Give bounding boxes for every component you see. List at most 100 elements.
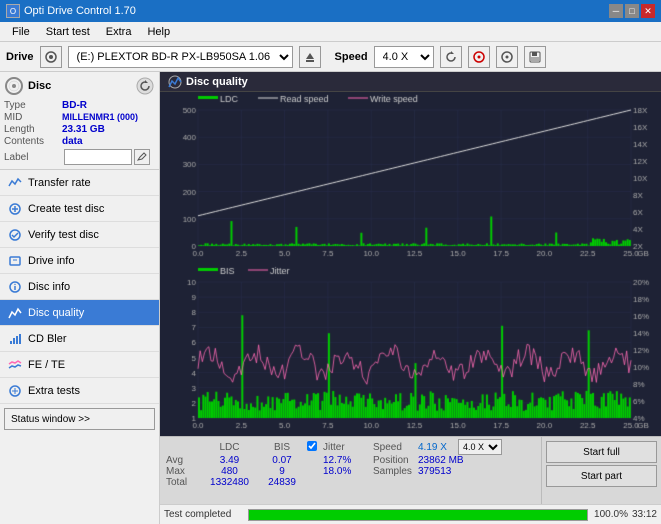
disc-type-value: BD-R	[62, 100, 87, 111]
disc-mid-label: MID	[4, 112, 62, 123]
disc-icon	[4, 76, 24, 96]
start-part-button[interactable]: Start part	[546, 465, 657, 487]
speed-select[interactable]: 4.0 X	[374, 46, 434, 68]
disc-btn-2[interactable]	[496, 46, 518, 68]
stats-bis-header: BIS	[257, 439, 307, 455]
nav-cd-bler[interactable]: CD Bler	[0, 326, 159, 352]
save-btn[interactable]	[524, 46, 546, 68]
nav-cd-bler-label: CD Bler	[28, 333, 67, 345]
menu-start-test[interactable]: Start test	[38, 24, 98, 40]
start-full-button[interactable]: Start full	[546, 441, 657, 463]
create-test-disc-icon	[8, 202, 22, 216]
cd-bler-icon	[8, 332, 22, 346]
max-jitter: 18.0%	[323, 466, 373, 477]
menu-extra[interactable]: Extra	[98, 24, 140, 40]
samples-value: 379513	[418, 466, 502, 477]
nav-create-test-disc-label: Create test disc	[28, 203, 104, 215]
label-edit-btn[interactable]	[134, 149, 150, 165]
maximize-button[interactable]: □	[625, 4, 639, 18]
disc-quality-header-icon	[168, 75, 182, 89]
disc-type-row: Type BD-R	[4, 100, 155, 111]
speed-refresh-btn[interactable]	[440, 46, 462, 68]
sidebar: Disc Type BD-R MID MILLENMR1 (000)	[0, 72, 160, 524]
disc-panel: Disc Type BD-R MID MILLENMR1 (000)	[0, 72, 159, 170]
upper-chart	[160, 92, 661, 264]
nav-create-test-disc[interactable]: Create test disc	[0, 196, 159, 222]
minimize-button[interactable]: ─	[609, 4, 623, 18]
inline-stats-right: Start full Start part	[541, 437, 661, 504]
menu-bar: File Start test Extra Help	[0, 22, 661, 42]
nav-transfer-rate[interactable]: Transfer rate	[0, 170, 159, 196]
title-bar-controls: ─ □ ✕	[609, 4, 655, 18]
menu-file[interactable]: File	[4, 24, 38, 40]
disc-quality-title: Disc quality	[186, 76, 248, 88]
disc-length-label: Length	[4, 124, 62, 135]
disc-header: Disc	[4, 76, 155, 96]
close-button[interactable]: ✕	[641, 4, 655, 18]
avg-label: Avg	[166, 455, 202, 466]
label-key: Label	[4, 152, 62, 163]
drive-eject-btn[interactable]	[299, 46, 321, 68]
nav-fe-te-label: FE / TE	[28, 359, 65, 371]
stats-speed-select-cell[interactable]: 4.0 X	[458, 439, 502, 455]
avg-ldc: 3.49	[202, 455, 257, 466]
disc-header-left: Disc	[4, 76, 51, 96]
disc-quality-header: Disc quality	[160, 72, 661, 92]
status-text: Test completed	[164, 509, 244, 520]
drive-label: Drive	[6, 51, 34, 63]
disc-type-label: Type	[4, 100, 62, 111]
disc-info-icon	[8, 280, 22, 294]
drive-bar: Drive (E:) PLEXTOR BD-R PX-LB950SA 1.06 …	[0, 42, 661, 72]
drive-info-icon	[8, 254, 22, 268]
nav-verify-test-disc[interactable]: Verify test disc	[0, 222, 159, 248]
app-icon: O	[6, 4, 20, 18]
label-input[interactable]	[64, 149, 132, 165]
nav-fe-te[interactable]: FE / TE	[0, 352, 159, 378]
bottom-bar: Test completed 100.0% 33:12	[160, 504, 661, 524]
content-area: Disc quality LDC BIS	[160, 72, 661, 524]
avg-bis: 0.07	[257, 455, 307, 466]
charts-stats-wrapper: LDC BIS Jitter Speed 4.19 X 4.0 X	[160, 92, 661, 504]
disc-mid-value: MILLENMR1 (000)	[62, 112, 138, 123]
stats-table: LDC BIS Jitter Speed 4.19 X 4.0 X	[166, 439, 502, 488]
progress-bar	[248, 509, 588, 521]
nav-drive-info[interactable]: Drive info	[0, 248, 159, 274]
fe-te-icon	[8, 358, 22, 372]
inline-stats: LDC BIS Jitter Speed 4.19 X 4.0 X	[160, 436, 661, 504]
max-label: Max	[166, 466, 202, 477]
verify-test-disc-icon	[8, 228, 22, 242]
nav-drive-info-label: Drive info	[28, 255, 74, 267]
disc-mid-row: MID MILLENMR1 (000)	[4, 112, 155, 123]
disc-contents-label: Contents	[4, 136, 62, 147]
samples-label: Samples	[373, 466, 418, 477]
disc-btn-1[interactable]	[468, 46, 490, 68]
stats-ldc-header: LDC	[202, 439, 257, 455]
stats-check-cell[interactable]	[307, 439, 323, 455]
nav-extra-tests-label: Extra tests	[28, 385, 80, 397]
stats-empty-header	[166, 439, 202, 455]
stats-speed-header: Speed	[373, 439, 418, 455]
total-bis: 24839	[257, 477, 307, 488]
max-bis: 9	[257, 466, 307, 477]
label-row: Label	[4, 149, 155, 165]
app-title: Opti Drive Control 1.70	[24, 5, 136, 17]
progress-bar-fill	[249, 510, 587, 520]
status-window-btn[interactable]: Status window >>	[4, 408, 155, 430]
disc-refresh-icon[interactable]	[135, 76, 155, 96]
menu-help[interactable]: Help	[139, 24, 178, 40]
title-bar-left: O Opti Drive Control 1.70	[6, 4, 136, 18]
speed-label: Speed	[335, 51, 368, 63]
transfer-rate-icon	[8, 176, 22, 190]
extra-tests-icon	[8, 384, 22, 398]
drive-select[interactable]: (E:) PLEXTOR BD-R PX-LB950SA 1.06	[68, 46, 293, 68]
stats-speed-select[interactable]: 4.0 X	[458, 439, 502, 455]
drive-icon-btn[interactable]	[40, 46, 62, 68]
nav-extra-tests[interactable]: Extra tests	[0, 378, 159, 404]
disc-contents-value: data	[62, 136, 83, 147]
jitter-checkbox[interactable]	[307, 441, 317, 451]
inline-stats-left: LDC BIS Jitter Speed 4.19 X 4.0 X	[160, 437, 541, 504]
nav-disc-quality[interactable]: Disc quality	[0, 300, 159, 326]
disc-contents-row: Contents data	[4, 136, 155, 147]
upper-chart-canvas	[160, 92, 661, 264]
nav-disc-info[interactable]: Disc info	[0, 274, 159, 300]
